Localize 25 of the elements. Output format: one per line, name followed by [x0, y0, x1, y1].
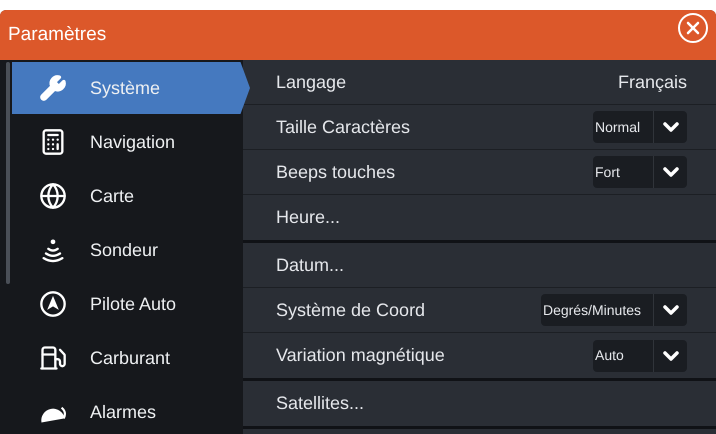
- dropdown[interactable]: Degrés/Minutes: [540, 294, 687, 326]
- settings-row[interactable]: Système de Coord Degrés/Minutes: [243, 288, 716, 333]
- close-button[interactable]: [678, 13, 708, 43]
- setting-value: Français: [618, 70, 687, 94]
- settings-row[interactable]: Taille Caractères Normal: [243, 105, 716, 150]
- settings-row[interactable]: Langage Français: [243, 60, 716, 105]
- sidebar-item[interactable]: Système: [12, 62, 250, 114]
- wrench-icon: [39, 74, 67, 102]
- globe-icon: [39, 182, 67, 210]
- setting-label: Datum...: [276, 254, 344, 276]
- dropdown[interactable]: Auto: [593, 340, 687, 372]
- settings-row[interactable]: Beeps touches Fort: [243, 150, 716, 195]
- fuel-pump-icon: [39, 344, 67, 372]
- settings-row[interactable]: Datum...: [243, 243, 716, 288]
- setting-label: Système de Coord: [276, 298, 426, 322]
- setting-label: Satellites...: [276, 392, 364, 415]
- settings-row[interactable]: Satellites...: [243, 381, 716, 426]
- setting-label: Heure...: [276, 206, 340, 229]
- dropdown[interactable]: Normal: [593, 111, 687, 143]
- dropdown[interactable]: Fort: [593, 156, 687, 188]
- setting-label: Variation magnétique: [276, 344, 445, 367]
- window-title: Paramètres: [8, 22, 106, 47]
- setting-label: Taille Caractères: [276, 116, 410, 138]
- setting-label: Langage: [276, 70, 346, 94]
- setting-label: Beeps touches: [276, 160, 396, 184]
